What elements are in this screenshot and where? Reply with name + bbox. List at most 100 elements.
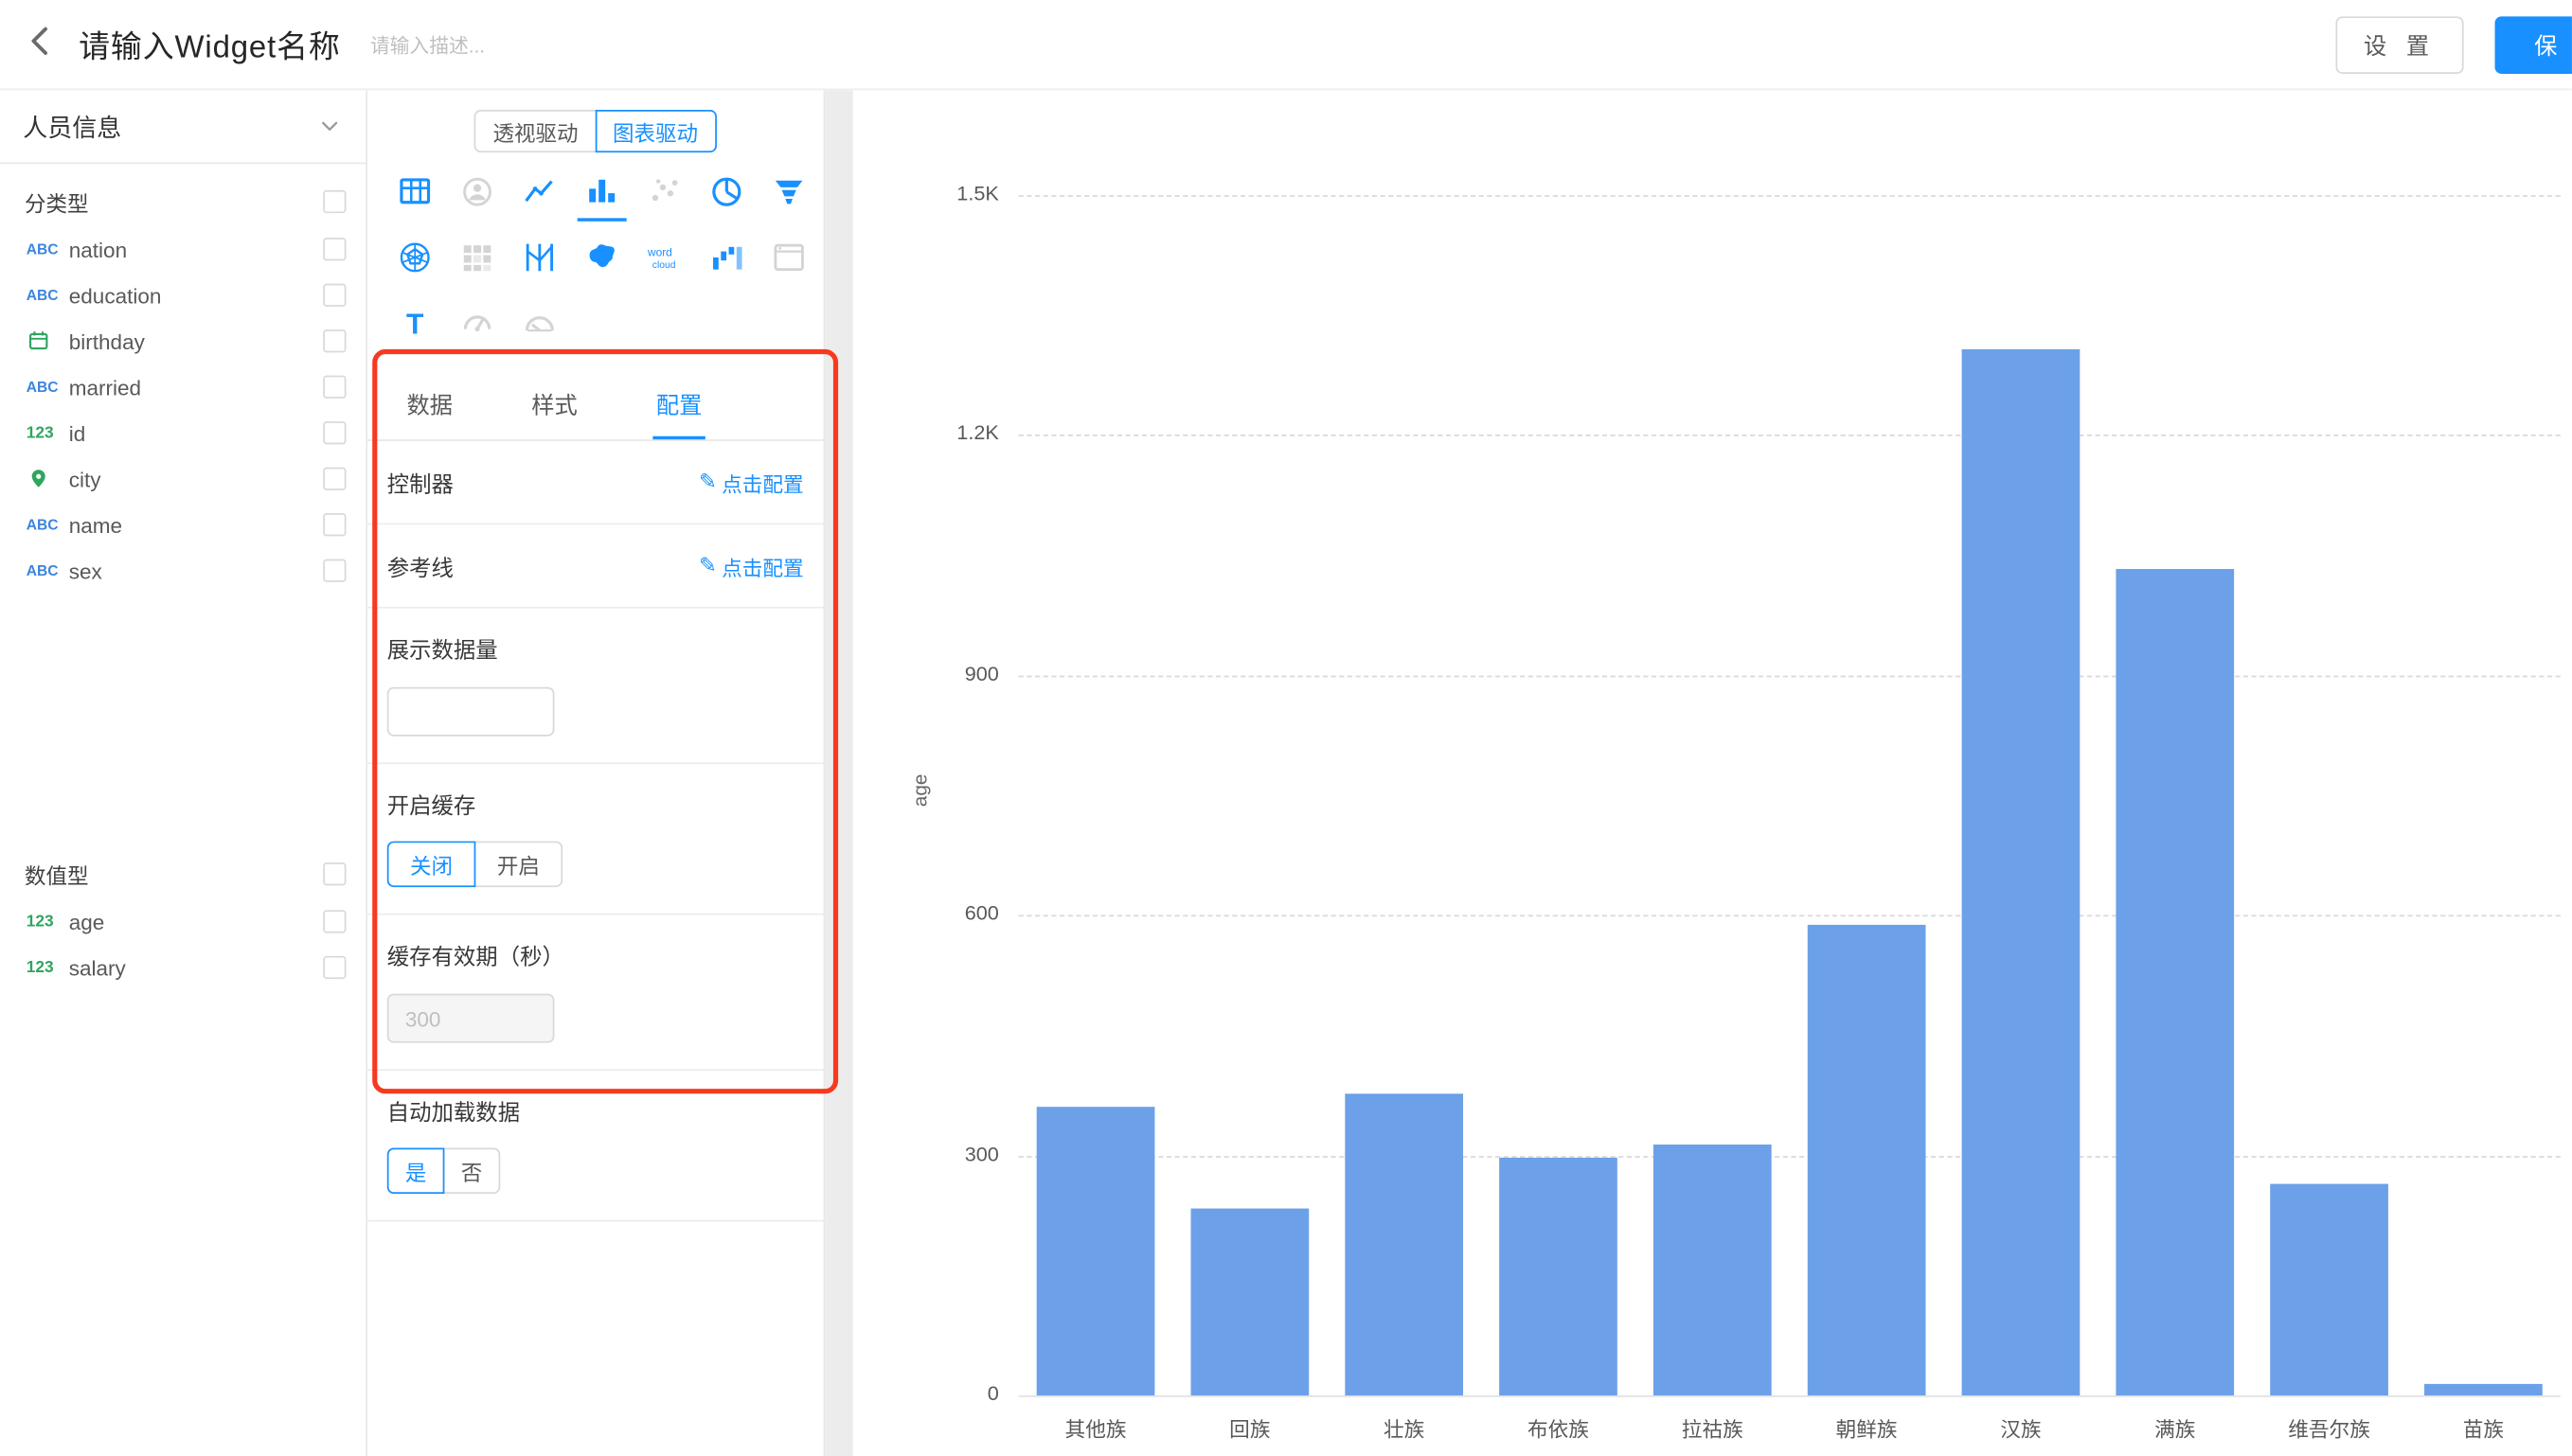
speedometer-chart-icon[interactable] bbox=[515, 300, 564, 352]
field-item-sex[interactable]: ABCsex bbox=[0, 548, 366, 594]
back-button[interactable] bbox=[9, 13, 72, 76]
matrix-chart-icon[interactable] bbox=[453, 235, 502, 287]
x-tick-label: 满族 bbox=[2098, 1412, 2252, 1443]
chevron-down-icon bbox=[316, 114, 343, 140]
tab-配置[interactable]: 配置 bbox=[652, 376, 705, 440]
bar-其他族[interactable] bbox=[1037, 1108, 1155, 1395]
chart-preview: 03006009001.2K1.5K其他族回族壮族布依族拉祜族朝鲜族汉族满族维吾… bbox=[853, 90, 2572, 1456]
field-item-nation[interactable]: ABCnation bbox=[0, 226, 366, 272]
map-chart-icon[interactable] bbox=[578, 235, 627, 287]
field-checkbox[interactable] bbox=[323, 238, 346, 260]
config-section: 控制器 ✎ 点击配置 参考线 ✎ 点击配置 展示数据量 开启缓存 关闭开启 bbox=[367, 441, 824, 1221]
radar-chart-icon[interactable] bbox=[390, 235, 439, 287]
field-section: 分类型ABCnationABCeducationbirthdayABCmarri… bbox=[0, 177, 366, 594]
bar-布依族[interactable] bbox=[1499, 1158, 1617, 1395]
x-tick-label: 布依族 bbox=[1481, 1412, 1635, 1443]
field-item-name[interactable]: ABCname bbox=[0, 502, 366, 547]
field-checkbox[interactable] bbox=[323, 284, 346, 307]
chart-drive-button[interactable]: 图表驱动 bbox=[595, 110, 716, 152]
field-item-married[interactable]: ABCmarried bbox=[0, 364, 366, 410]
parallel-chart-icon[interactable] bbox=[515, 235, 564, 287]
select-all-checkbox[interactable] bbox=[323, 190, 346, 213]
select-all-checkbox[interactable] bbox=[323, 862, 346, 885]
autoload-row: 自动加载数据 是否 bbox=[367, 1071, 824, 1221]
view-selector[interactable]: 人员信息 bbox=[0, 90, 366, 164]
field-checkbox[interactable] bbox=[323, 376, 346, 399]
chevron-left-icon bbox=[23, 22, 59, 66]
waterfall-chart-icon[interactable] bbox=[702, 235, 751, 287]
data-limit-input[interactable] bbox=[387, 687, 555, 737]
gauge-chart-icon[interactable] bbox=[453, 300, 502, 352]
y-axis-title: age bbox=[909, 757, 932, 823]
text-field-icon: ABC bbox=[27, 517, 69, 533]
field-name: id bbox=[69, 420, 86, 445]
field-checkbox[interactable] bbox=[323, 559, 346, 582]
pie-chart-icon[interactable] bbox=[702, 169, 751, 221]
scatter-chart-icon[interactable] bbox=[640, 169, 689, 221]
funnel-chart-icon[interactable] bbox=[764, 169, 813, 221]
field-item-education[interactable]: ABCeducation bbox=[0, 273, 366, 318]
settings-button[interactable]: 设 置 bbox=[2336, 16, 2464, 74]
gridline bbox=[1019, 1395, 2561, 1397]
x-tick-label: 其他族 bbox=[1019, 1412, 1173, 1443]
widget-name-input[interactable]: 请输入Widget名称 bbox=[79, 22, 341, 66]
field-item-id[interactable]: 123id bbox=[0, 410, 366, 455]
autoload-option[interactable]: 是 bbox=[387, 1147, 445, 1193]
edit-pencil-icon: ✎ bbox=[699, 469, 717, 495]
table-chart-icon[interactable] bbox=[390, 169, 439, 221]
reference-line-configure-link[interactable]: ✎ 点击配置 bbox=[699, 550, 804, 581]
bar-满族[interactable] bbox=[2116, 569, 2234, 1395]
field-item-age[interactable]: 123age bbox=[0, 898, 366, 944]
y-tick-label: 1.5K bbox=[901, 182, 999, 204]
gridline bbox=[1019, 675, 2561, 677]
bar-壮族[interactable] bbox=[1345, 1092, 1463, 1394]
field-item-city[interactable]: city bbox=[0, 456, 366, 502]
x-tick-label: 回族 bbox=[1172, 1412, 1327, 1443]
cache-option[interactable]: 关闭 bbox=[387, 842, 476, 887]
field-checkbox[interactable] bbox=[323, 421, 346, 444]
number-field-icon: 123 bbox=[27, 958, 69, 976]
x-tick-label: 苗族 bbox=[2406, 1412, 2561, 1443]
field-checkbox[interactable] bbox=[323, 956, 346, 979]
bar-苗族[interactable] bbox=[2424, 1383, 2543, 1395]
text-chart-icon[interactable]: T bbox=[390, 300, 439, 352]
x-tick-label: 汉族 bbox=[1944, 1412, 2099, 1443]
field-name: salary bbox=[69, 955, 126, 980]
tab-样式[interactable]: 样式 bbox=[528, 376, 580, 440]
field-checkbox[interactable] bbox=[323, 513, 346, 536]
bar-拉祜族[interactable] bbox=[1653, 1145, 1772, 1395]
controller-row: 控制器 ✎ 点击配置 bbox=[367, 441, 824, 524]
x-tick-label: 壮族 bbox=[1327, 1412, 1481, 1443]
cache-ttl-label: 缓存有效期（秒） bbox=[387, 938, 804, 971]
x-tick-label: 朝鲜族 bbox=[1790, 1412, 1944, 1443]
text-field-icon: ABC bbox=[27, 287, 69, 303]
bar-chart-icon[interactable] bbox=[578, 169, 627, 221]
controller-configure-link[interactable]: ✎ 点击配置 bbox=[699, 467, 804, 498]
wordcloud-chart-icon[interactable]: wordcloud bbox=[640, 235, 689, 287]
widget-description-input[interactable]: 请输入描述... bbox=[370, 30, 485, 58]
gridline bbox=[1019, 1155, 2561, 1157]
field-checkbox[interactable] bbox=[323, 910, 346, 932]
chart-config-panel: 透视驱动图表驱动 wordcloud T 数据 样式 配置 控制器 ✎ 点击配置 参考… bbox=[367, 90, 825, 1456]
field-checkbox[interactable] bbox=[323, 468, 346, 490]
user-chart-icon[interactable] bbox=[453, 169, 502, 221]
line-chart-icon[interactable] bbox=[515, 169, 564, 221]
bar-汉族[interactable] bbox=[1962, 349, 2081, 1395]
field-list: 分类型ABCnationABCeducationbirthdayABCmarri… bbox=[0, 164, 366, 990]
field-checkbox[interactable] bbox=[323, 329, 346, 352]
field-item-birthday[interactable]: birthday bbox=[0, 318, 366, 364]
pivot-drive-button[interactable]: 透视驱动 bbox=[474, 110, 596, 152]
field-name: nation bbox=[69, 237, 127, 261]
bar-回族[interactable] bbox=[1191, 1209, 1310, 1395]
cache-option[interactable]: 开启 bbox=[474, 842, 563, 887]
save-button[interactable]: 保 存 bbox=[2495, 16, 2572, 74]
field-item-salary[interactable]: 123salary bbox=[0, 945, 366, 990]
iframe-chart-icon[interactable] bbox=[764, 235, 813, 287]
text-field-icon: ABC bbox=[27, 562, 69, 578]
reference-line-row: 参考线 ✎ 点击配置 bbox=[367, 524, 824, 608]
bar-维吾尔族[interactable] bbox=[2270, 1183, 2388, 1395]
bar-朝鲜族[interactable] bbox=[1808, 925, 1926, 1395]
autoload-option[interactable]: 否 bbox=[443, 1147, 501, 1193]
svg-text:word: word bbox=[647, 245, 672, 258]
tab-数据[interactable]: 数据 bbox=[403, 376, 455, 440]
